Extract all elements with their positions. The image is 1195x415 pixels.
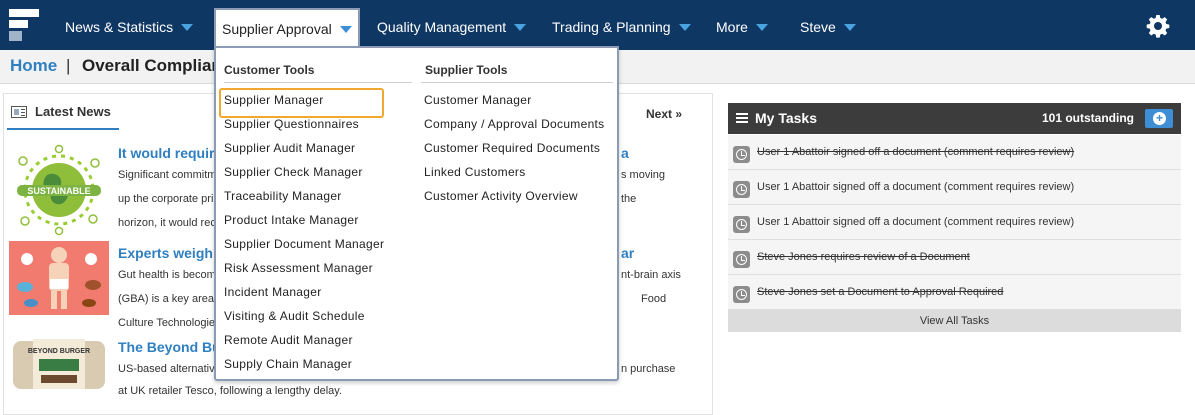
breadcrumb-home-link[interactable]: Home [10, 56, 57, 76]
article-snippet-line: at UK retailer Tesco, following a length… [118, 385, 342, 397]
menu-item-remote-audit-manager[interactable]: Remote Audit Manager [224, 333, 353, 347]
next-page-link[interactable]: Next » [646, 107, 682, 121]
tasks-header: My Tasks 101 outstanding + [728, 103, 1181, 134]
article-title-tail[interactable]: ar [621, 245, 634, 261]
menu-item-linked-customers[interactable]: Linked Customers [424, 165, 526, 179]
clock-icon [733, 251, 750, 268]
article-title-link[interactable]: It would require [118, 145, 222, 161]
plus-icon: + [1155, 111, 1163, 125]
article-snippet-line: (GBA) is a key area [118, 293, 214, 305]
tab-label: Latest News [35, 104, 111, 119]
menu-item-traceability-manager[interactable]: Traceability Manager [224, 189, 342, 203]
clock-icon [733, 181, 750, 198]
supplier-tools-heading: Supplier Tools [425, 63, 508, 77]
article-title-link[interactable]: The Beyond Bu [118, 339, 221, 355]
menu-item-incident-manager[interactable]: Incident Manager [224, 285, 322, 299]
article-snippet-tail: Food [641, 293, 667, 305]
menu-item-customer-manager[interactable]: Customer Manager [424, 93, 532, 107]
my-tasks-panel: My Tasks 101 outstanding + User 1 Abatto… [728, 103, 1181, 333]
menu-item-supplier-manager[interactable]: Supplier Manager [224, 93, 324, 107]
menu-item-customer-required-documents[interactable]: Customer Required Documents [424, 141, 600, 155]
newspaper-icon [11, 106, 27, 118]
breadcrumb-separator: | [66, 56, 71, 75]
nav-trading-planning[interactable]: Trading & Planning [552, 0, 691, 50]
task-item[interactable]: Steve Jones requires review of a Documen… [728, 240, 1181, 275]
divider [224, 82, 412, 83]
gear-icon[interactable] [1146, 14, 1170, 38]
nav-label: Supplier Approval [222, 21, 332, 37]
chevron-down-icon [678, 23, 691, 31]
article-snippet-line: Significant commitm [118, 169, 217, 181]
article-snippet-tail: nt-brain axis [621, 269, 681, 281]
tasks-outstanding-count: 101 outstanding [1042, 111, 1135, 125]
list-icon [736, 113, 748, 115]
add-task-button[interactable]: + [1145, 109, 1173, 128]
thumbnail-caption: BEYOND BURGER [28, 348, 90, 355]
nav-user-menu[interactable]: Steve [800, 0, 856, 50]
article-snippet-tail: n purchase [621, 363, 676, 375]
tab-latest-news[interactable]: Latest News [7, 94, 119, 130]
menu-item-supplier-document-manager[interactable]: Supplier Document Manager [224, 237, 384, 251]
menu-item-customer-activity-overview[interactable]: Customer Activity Overview [424, 189, 578, 203]
task-item[interactable]: User 1 Abattoir signed off a document (c… [728, 170, 1181, 205]
customer-tools-heading: Customer Tools [224, 63, 315, 77]
menu-item-supplier-audit-manager[interactable]: Supplier Audit Manager [224, 141, 355, 155]
article-title-link[interactable]: Experts weigh i [118, 245, 221, 261]
chevron-down-icon [514, 23, 527, 31]
app-logo[interactable] [9, 9, 39, 41]
menu-item-supply-chain-manager[interactable]: Supply Chain Manager [224, 357, 352, 371]
nav-label: News & Statistics [65, 19, 174, 35]
task-item[interactable]: Steve Jones set a Document to Approval R… [728, 275, 1181, 310]
nav-quality-management[interactable]: Quality Management [377, 0, 527, 50]
article-snippet-line: Gut health is becom [118, 269, 216, 281]
tasks-title: My Tasks [755, 110, 817, 126]
menu-item-supplier-check-manager[interactable]: Supplier Check Manager [224, 165, 363, 179]
article-snippet-line: Culture Technologie [118, 317, 216, 329]
task-text: Steve Jones set a Document to Approval R… [757, 286, 1004, 298]
chevron-down-icon [755, 23, 768, 31]
thumbnail-caption: SUSTAINABLE [27, 186, 90, 196]
article-snippet-line: horizon, it would rec [118, 217, 216, 229]
nav-news-statistics[interactable]: News & Statistics [65, 0, 194, 50]
task-text: User 1 Abattoir signed off a document (c… [757, 181, 1075, 193]
clock-icon [733, 146, 750, 163]
menu-item-visiting-audit-schedule[interactable]: Visiting & Audit Schedule [224, 309, 365, 323]
task-text: User 1 Abattoir signed off a document (c… [757, 146, 1075, 158]
supplier-approval-dropdown-menu: Customer Tools Supplier Tools Supplier M… [214, 46, 619, 381]
chevron-down-icon [843, 23, 856, 31]
nav-label: Trading & Planning [552, 19, 671, 35]
menu-item-company-approval-documents[interactable]: Company / Approval Documents [424, 117, 604, 131]
nav-label: More [716, 19, 748, 35]
menu-item-risk-assessment-manager[interactable]: Risk Assessment Manager [224, 261, 373, 275]
view-all-tasks-button[interactable]: View All Tasks [728, 310, 1181, 332]
nav-more[interactable]: More [716, 0, 768, 50]
article-snippet-tail: the [621, 193, 637, 205]
beyond-burger-thumbnail-image[interactable]: BEYOND BURGER [9, 335, 109, 393]
task-text: User 1 Abattoir signed off a document (c… [757, 216, 1075, 228]
task-text: Steve Jones requires review of a Documen… [757, 251, 970, 263]
nav-label: Quality Management [377, 19, 507, 35]
clock-icon [733, 216, 750, 233]
nav-label: Steve [800, 19, 836, 35]
top-navigation-bar: News & Statistics Supplier Approval Qual… [0, 0, 1195, 52]
task-item[interactable]: User 1 Abattoir signed off a document (c… [728, 205, 1181, 240]
article-snippet-line: US-based alternativ [118, 363, 215, 375]
clock-icon [733, 286, 750, 303]
menu-item-supplier-questionnaires[interactable]: Supplier Questionnaires [224, 117, 359, 131]
menu-item-product-intake-manager[interactable]: Product Intake Manager [224, 213, 359, 227]
article-title-tail[interactable]: a [621, 145, 629, 161]
article-snippet-line: up the corporate pri [118, 193, 214, 205]
chevron-down-icon [339, 25, 352, 33]
divider [421, 82, 613, 83]
chevron-down-icon [181, 23, 194, 31]
gut-health-thumbnail-image[interactable] [9, 241, 109, 315]
task-item[interactable]: User 1 Abattoir signed off a document (c… [728, 135, 1181, 170]
sustainable-thumbnail-image[interactable]: SUSTAINABLE [9, 141, 109, 239]
article-snippet-tail: s moving [621, 169, 666, 181]
